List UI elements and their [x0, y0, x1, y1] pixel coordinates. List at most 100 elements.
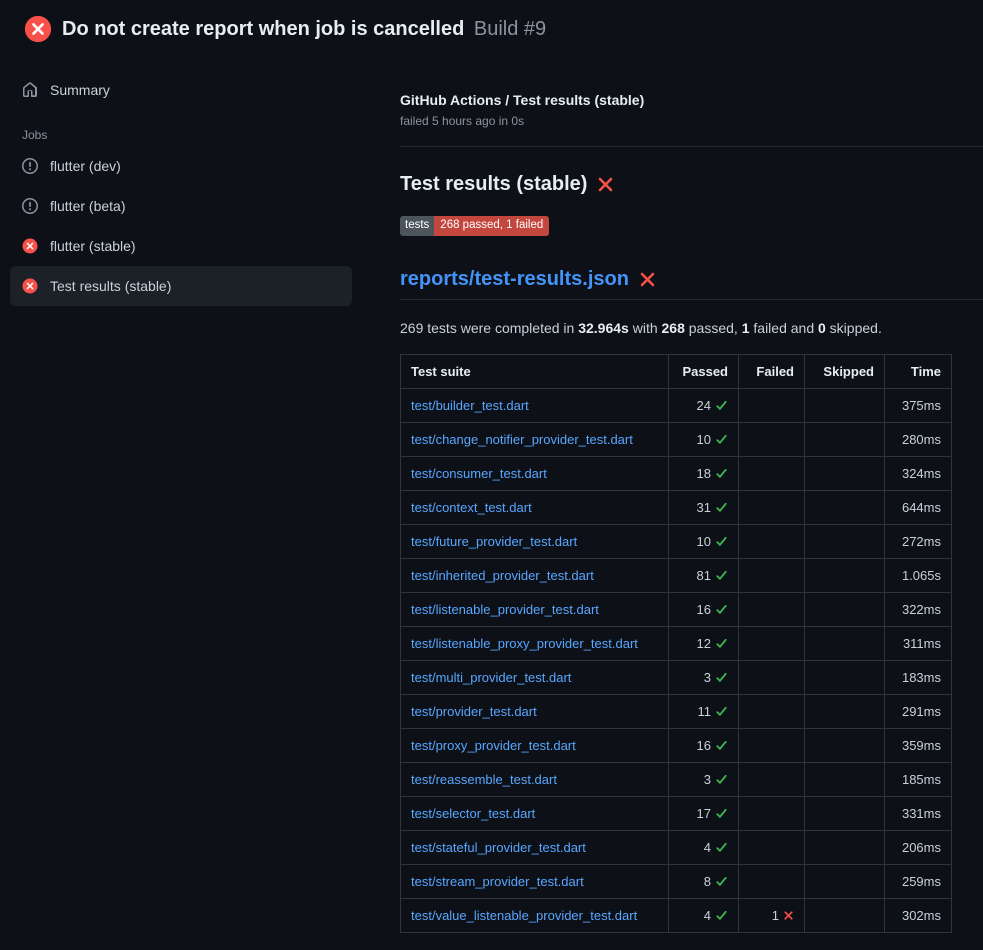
test-suite-link[interactable]: test/listenable_proxy_provider_test.dart	[411, 636, 638, 651]
test-suite-link[interactable]: test/listenable_provider_test.dart	[411, 602, 599, 617]
table-row: test/context_test.dart 31 644ms	[401, 490, 952, 524]
check-icon	[715, 909, 728, 922]
sidebar-item-test-results-stable[interactable]: Test results (stable)	[10, 266, 352, 306]
test-suite-link[interactable]: test/builder_test.dart	[411, 398, 529, 413]
table-row: test/future_provider_test.dart10272ms	[401, 524, 952, 558]
table-row: test/proxy_provider_test.dart 16 359ms	[401, 728, 952, 762]
passed-cell: 31	[669, 490, 739, 524]
workflow-run-title: Do not create report when job is cancell…	[62, 18, 464, 40]
skipped-cell	[805, 524, 885, 558]
sidebar-item-flutter-stable[interactable]: flutter (stable)	[10, 226, 352, 266]
count-value: 17	[697, 806, 711, 821]
report-file-link[interactable]: reports/test-results.json	[400, 268, 629, 291]
test-suite-link[interactable]: test/proxy_provider_test.dart	[411, 738, 576, 753]
test-suite-link[interactable]: test/reassemble_test.dart	[411, 772, 557, 787]
table-row: test/stateful_provider_test.dart4206ms	[401, 830, 952, 864]
time-cell: 1.065s	[885, 558, 952, 592]
test-suite-cell: test/selector_test.dart	[401, 796, 669, 830]
count-value: 24	[697, 398, 711, 413]
time-cell: 324ms	[885, 456, 952, 490]
passed-cell: 81	[669, 558, 739, 592]
failed-cell	[739, 660, 805, 694]
skipped-cell	[805, 728, 885, 762]
x-circle-fill-icon	[22, 278, 38, 294]
time-cell: 206ms	[885, 830, 952, 864]
summary-failed-count: 1	[742, 320, 750, 336]
test-suite-cell: test/inherited_provider_test.dart	[401, 558, 669, 592]
sidebar-item-label: Summary	[50, 82, 110, 98]
failed-cell	[739, 728, 805, 762]
test-suite-link[interactable]: test/consumer_test.dart	[411, 466, 547, 481]
passed-cell: 17	[669, 796, 739, 830]
test-suite-cell: test/multi_provider_test.dart	[401, 660, 669, 694]
test-suite-link[interactable]: test/provider_test.dart	[411, 704, 537, 719]
time-cell: 359ms	[885, 728, 952, 762]
check-icon	[715, 569, 728, 582]
time-cell: 280ms	[885, 422, 952, 456]
summary-passed-count: 268	[662, 320, 685, 336]
time-cell: 302ms	[885, 898, 952, 932]
skipped-cell	[805, 796, 885, 830]
test-suite-link[interactable]: test/stateful_provider_test.dart	[411, 840, 586, 855]
passed-cell: 4	[669, 898, 739, 932]
failed-cell	[739, 388, 805, 422]
count-value: 8	[704, 874, 711, 889]
skipped-cell	[805, 660, 885, 694]
table-row: test/selector_test.dart17331ms	[401, 796, 952, 830]
results-table: Test suite Passed Failed Skipped Time te…	[400, 354, 952, 933]
skipped-cell	[805, 456, 885, 490]
test-suite-cell: test/stateful_provider_test.dart	[401, 830, 669, 864]
check-icon	[715, 535, 728, 548]
x-icon	[597, 176, 614, 193]
skipped-cell	[805, 388, 885, 422]
count-value: 18	[697, 466, 711, 481]
test-suite-link[interactable]: test/future_provider_test.dart	[411, 534, 577, 549]
summary-segment: skipped.	[826, 320, 882, 336]
sidebar-item-flutter-beta[interactable]: flutter (beta)	[10, 186, 352, 226]
sidebar-item-summary[interactable]: Summary	[10, 70, 352, 110]
test-suite-link[interactable]: test/change_notifier_provider_test.dart	[411, 432, 633, 447]
skipped-cell	[805, 694, 885, 728]
breadcrumb: GitHub Actions / Test results (stable)	[400, 92, 983, 108]
table-row: test/listenable_provider_test.dart16322m…	[401, 592, 952, 626]
sidebar-item-flutter-dev[interactable]: flutter (dev)	[10, 146, 352, 186]
section-title-row: Test results (stable)	[400, 173, 983, 196]
table-row: test/provider_test.dart11291ms	[401, 694, 952, 728]
test-suite-link[interactable]: test/inherited_provider_test.dart	[411, 568, 594, 583]
sidebar-item-label: flutter (stable)	[50, 238, 136, 254]
summary-segment: with	[629, 320, 662, 336]
badge-label: tests	[400, 216, 434, 236]
count-value: 31	[697, 500, 711, 515]
check-icon	[715, 739, 728, 752]
run-status-line: failed 5 hours ago in 0s	[400, 114, 983, 128]
x-circle-fill-icon	[22, 238, 38, 254]
build-header: Do not create report when job is cancell…	[0, 0, 983, 56]
time-cell: 259ms	[885, 864, 952, 898]
column-header-passed: Passed	[669, 354, 739, 388]
sidebar-item-label: flutter (dev)	[50, 158, 121, 174]
passed-cell: 16	[669, 592, 739, 626]
tests-badge: tests 268 passed, 1 failed	[400, 216, 549, 236]
check-icon	[715, 841, 728, 854]
time-cell: 644ms	[885, 490, 952, 524]
sidebar-jobs: flutter (dev) flutter (beta) flutter (stab…	[0, 146, 368, 306]
divider	[400, 299, 983, 300]
test-suite-link[interactable]: test/multi_provider_test.dart	[411, 670, 571, 685]
test-suite-link[interactable]: test/selector_test.dart	[411, 806, 535, 821]
failed-cell	[739, 490, 805, 524]
count-value: 11	[698, 704, 712, 719]
test-suite-link[interactable]: test/stream_provider_test.dart	[411, 874, 584, 889]
test-suite-link[interactable]: test/value_listenable_provider_test.dart	[411, 908, 637, 923]
table-row: test/multi_provider_test.dart3183ms	[401, 660, 952, 694]
neutral-status-icon	[22, 198, 38, 214]
home-icon	[22, 82, 38, 98]
test-suite-cell: test/value_listenable_provider_test.dart	[401, 898, 669, 932]
count-value: 10	[697, 534, 711, 549]
check-icon	[715, 433, 728, 446]
test-suite-link[interactable]: test/context_test.dart	[411, 500, 532, 515]
x-icon	[639, 271, 656, 288]
failed-cell	[739, 762, 805, 796]
summary-total-time: 32.964s	[578, 320, 629, 336]
summary-segment: 269 tests were completed in	[400, 320, 578, 336]
passed-cell: 16	[669, 728, 739, 762]
